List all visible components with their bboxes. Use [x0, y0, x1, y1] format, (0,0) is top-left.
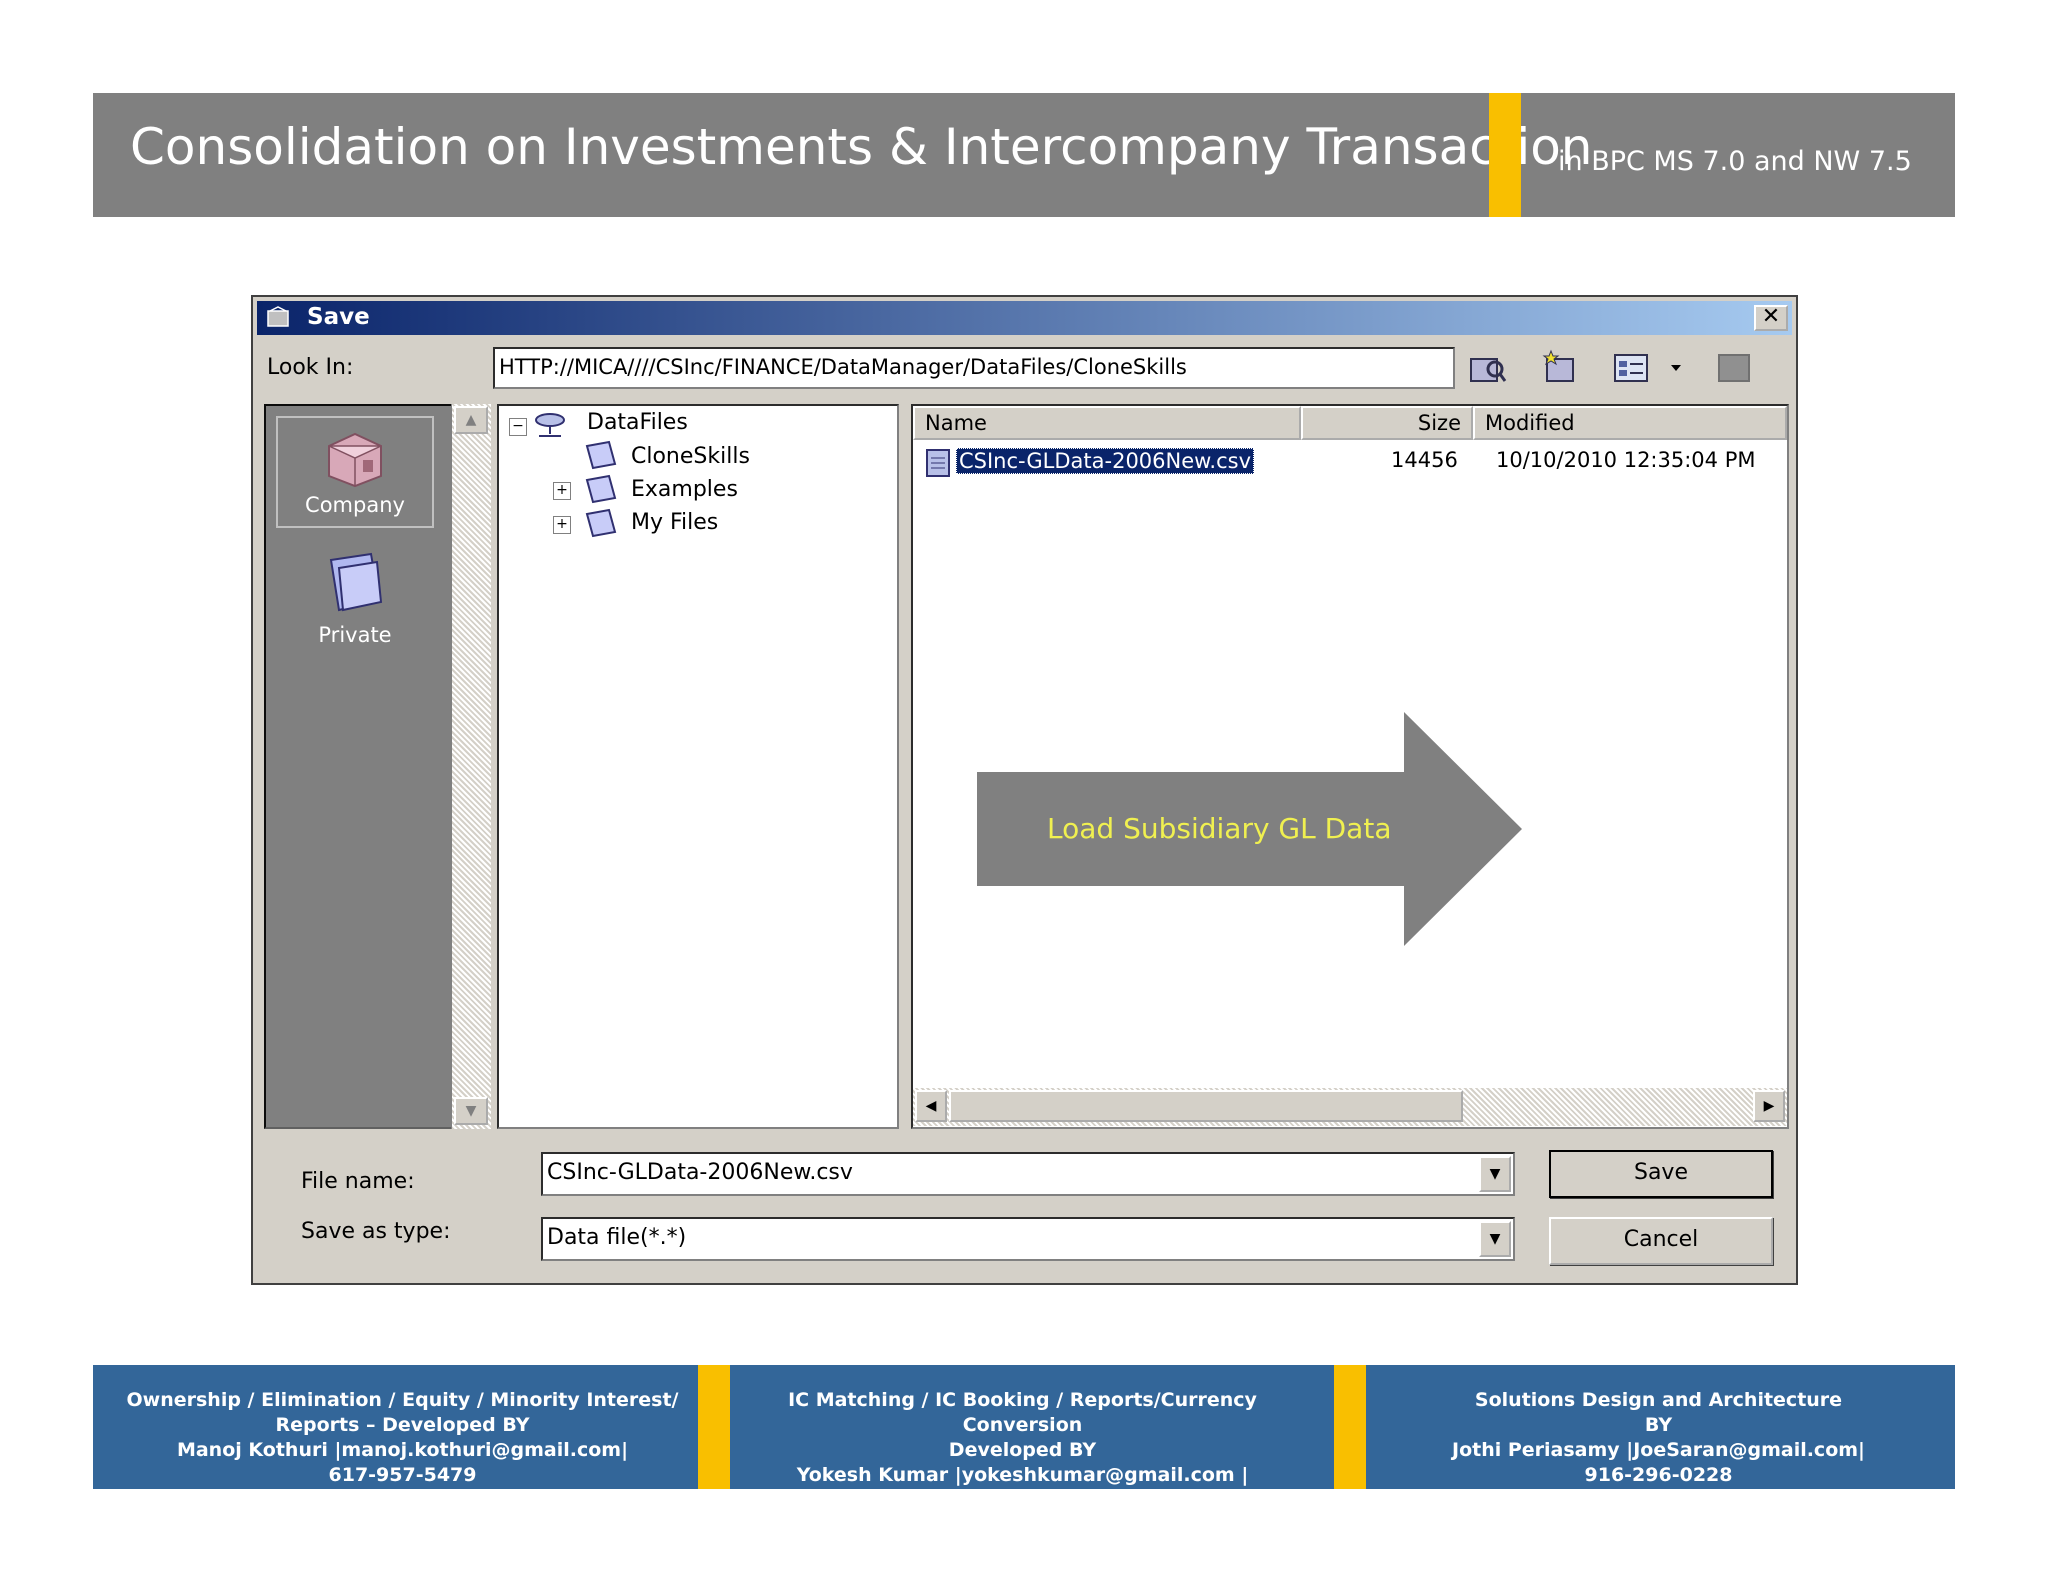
places-bar: Company Private: [264, 404, 457, 1129]
dialog-titlebar[interactable]: Save ✕: [257, 301, 1792, 335]
look-in-field[interactable]: HTTP://MICA////CSInc/FINANCE/DataManager…: [493, 347, 1455, 389]
file-name-value: CSInc-GLData-2006New.csv: [547, 1160, 853, 1185]
network-drive-icon: [535, 413, 565, 437]
cancel-button-label: Cancel: [1623, 1227, 1699, 1252]
folder-icon: [585, 508, 617, 538]
file-row[interactable]: CSInc-GLData-2006New.csv 14456 10/10/201…: [921, 448, 1781, 478]
scroll-down-button[interactable]: ▼: [454, 1097, 488, 1125]
footer-line: Manoj Kothuri |manoj.kothuri@gmail.com|: [176, 1439, 629, 1461]
places-scrollbar[interactable]: ▲ ▼: [451, 404, 491, 1129]
collapse-icon[interactable]: −: [509, 418, 527, 436]
footer-column-2: IC Matching / IC Booking / Reports/Curre…: [730, 1388, 1315, 1513]
file-name-label: File name:: [301, 1169, 415, 1194]
save-type-label: Save as type:: [301, 1219, 451, 1244]
footer-column-3: Solutions Design and Architecture BY Jot…: [1366, 1388, 1951, 1488]
delete-icon[interactable]: [1713, 347, 1757, 387]
expand-icon[interactable]: +: [553, 482, 571, 500]
footer-line: Reports – Developed BY: [275, 1414, 530, 1436]
scroll-right-button[interactable]: ▶: [1753, 1090, 1785, 1122]
folder-tree: − DataFiles CloneSkills + Examples + My …: [497, 404, 899, 1129]
up-folder-icon[interactable]: [1465, 347, 1509, 387]
footer-line: BY: [1644, 1414, 1673, 1436]
horizontal-scrollbar[interactable]: ◀ ▶: [913, 1088, 1787, 1126]
tree-item-datafiles[interactable]: DataFiles: [587, 410, 688, 435]
place-private-label: Private: [318, 623, 392, 647]
tree-item-cloneskills[interactable]: CloneSkills: [631, 444, 750, 469]
footer-line: Ownership / Elimination / Equity / Minor…: [126, 1389, 679, 1411]
expand-icon[interactable]: +: [553, 516, 571, 534]
footer-line: 916-296-0228: [1584, 1464, 1733, 1486]
footer-line: Yokesh Kumar |yokeshkumar@gmail.com |: [796, 1464, 1249, 1486]
tree-item-myfiles[interactable]: My Files: [631, 510, 718, 535]
close-button[interactable]: ✕: [1754, 305, 1788, 331]
scroll-up-button[interactable]: ▲: [454, 406, 488, 434]
column-header-size[interactable]: Size: [1301, 406, 1473, 440]
save-button-label: Save: [1633, 1160, 1688, 1185]
footer-accent-bar: [1334, 1365, 1366, 1489]
company-icon: [328, 432, 382, 488]
footer-line: Solutions Design and Architecture: [1474, 1389, 1843, 1411]
save-button[interactable]: Save: [1549, 1150, 1773, 1198]
footer-line: IC Matching / IC Booking / Reports/Curre…: [788, 1389, 1257, 1436]
footer-line: Jothi Periasamy |JoeSaran@gmail.com|: [1452, 1439, 1865, 1461]
dialog-title: Save: [307, 304, 370, 330]
save-type-select[interactable]: Data file(*.*) ▼: [541, 1217, 1515, 1261]
save-type-value: Data file(*.*): [547, 1225, 687, 1250]
header-accent-bar: [1489, 93, 1521, 217]
cancel-button[interactable]: Cancel: [1549, 1217, 1773, 1265]
column-header-name[interactable]: Name: [913, 406, 1301, 440]
save-dialog-icon: [267, 306, 289, 327]
slide-subtitle: in BPC MS 7.0 and NW 7.5: [1558, 146, 1912, 177]
folder-icon: [585, 474, 617, 504]
file-icon: [926, 449, 950, 477]
look-in-label: Look In:: [267, 355, 354, 380]
footer-line: (818) 270-0200: [940, 1489, 1105, 1511]
view-menu-icon[interactable]: [1611, 347, 1655, 387]
file-name-input[interactable]: CSInc-GLData-2006New.csv ▼: [541, 1152, 1515, 1196]
chevron-down-icon[interactable]: ▼: [1479, 1221, 1511, 1257]
open-folder-icon: [585, 440, 617, 470]
file-size-cell: 14456: [1391, 448, 1458, 472]
callout-text: Load Subsidiary GL Data: [1047, 812, 1392, 845]
new-folder-icon[interactable]: [1539, 347, 1583, 387]
footer-accent-bar: [698, 1365, 730, 1489]
scroll-thumb[interactable]: [949, 1090, 1463, 1122]
chevron-down-icon[interactable]: ▼: [1479, 1156, 1511, 1192]
scroll-left-button[interactable]: ◀: [915, 1090, 947, 1122]
footer-column-1: Ownership / Elimination / Equity / Minor…: [110, 1388, 695, 1488]
chevron-down-icon[interactable]: [1657, 347, 1701, 387]
tree-item-examples[interactable]: Examples: [631, 477, 738, 502]
private-folder-icon: [329, 552, 383, 612]
file-modified-cell: 10/10/2010 12:35:04 PM: [1496, 448, 1756, 472]
place-company-label: Company: [305, 493, 405, 517]
slide-title: Consolidation on Investments & Intercomp…: [130, 118, 1593, 176]
footer-line: Developed BY: [948, 1439, 1097, 1461]
column-header-modified[interactable]: Modified: [1473, 406, 1787, 440]
file-name-cell: CSInc-GLData-2006New.csv: [956, 448, 1254, 474]
place-private[interactable]: Private: [276, 548, 434, 660]
footer-line: 617-957-5479: [328, 1464, 477, 1486]
place-company[interactable]: Company: [276, 416, 434, 528]
